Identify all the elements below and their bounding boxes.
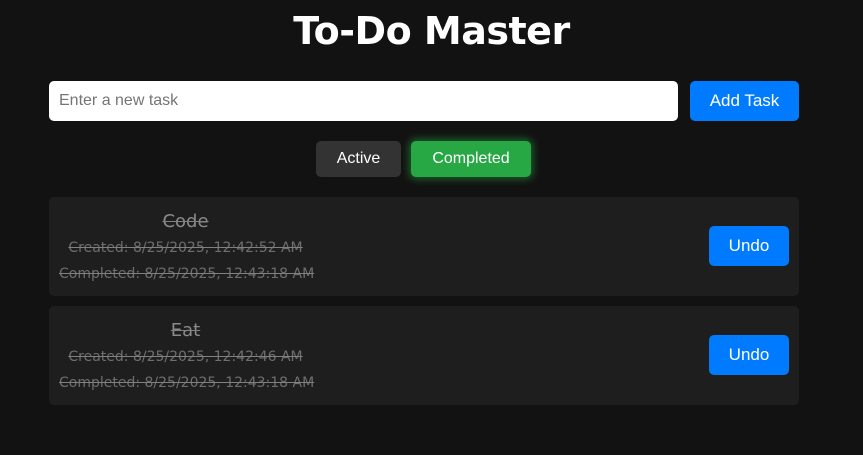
task-info: Eat Created: 8/25/2025, 12:42:46 AM Comp… [59, 318, 315, 396]
new-task-input[interactable] [49, 81, 678, 121]
todo-app: To-Do Master Add Task Active Completed C… [0, 0, 863, 455]
undo-button[interactable]: Undo [709, 226, 789, 266]
task-completed-time: Completed: 8/25/2025, 12:43:18 AM [59, 266, 315, 282]
filter-bar: Active Completed [0, 141, 863, 177]
add-task-button[interactable]: Add Task [690, 81, 799, 121]
task-created-time: Created: 8/25/2025, 12:42:52 AM [68, 240, 303, 256]
filter-active-button[interactable]: Active [316, 141, 401, 177]
add-task-row: Add Task [49, 81, 799, 121]
task-created-time: Created: 8/25/2025, 12:42:46 AM [68, 349, 303, 365]
task-list: Code Created: 8/25/2025, 12:42:52 AM Com… [49, 197, 799, 415]
task-item: Code Created: 8/25/2025, 12:42:52 AM Com… [49, 197, 799, 296]
task-completed-time: Completed: 8/25/2025, 12:43:18 AM [59, 375, 315, 391]
task-name: Code [162, 211, 209, 232]
task-info: Code Created: 8/25/2025, 12:42:52 AM Com… [59, 209, 315, 287]
task-name: Eat [170, 320, 201, 341]
page-title: To-Do Master [293, 9, 570, 53]
filter-completed-button[interactable]: Completed [411, 141, 531, 177]
task-item: Eat Created: 8/25/2025, 12:42:46 AM Comp… [49, 306, 799, 405]
undo-button[interactable]: Undo [709, 335, 789, 375]
